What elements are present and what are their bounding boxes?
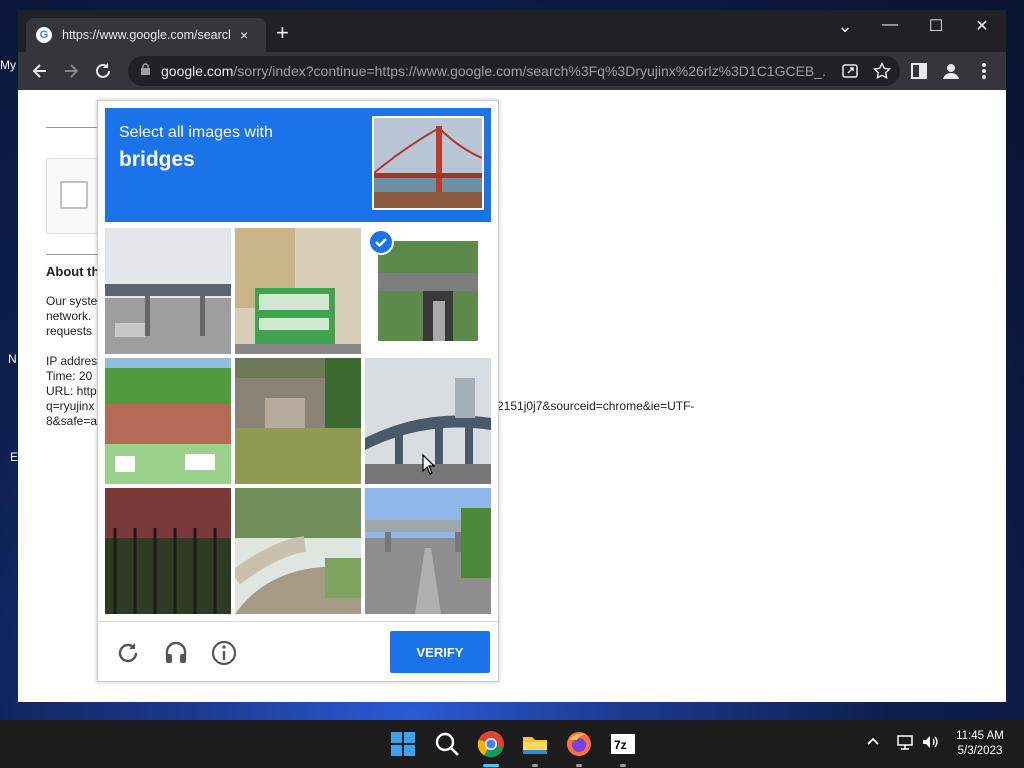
file-explorer-icon[interactable] xyxy=(521,730,549,758)
challenge-tile[interactable] xyxy=(365,488,491,614)
url-text: google.com/sorry/index?continue=https://… xyxy=(161,63,825,79)
challenge-header: Select all images with bridges xyxy=(105,108,491,222)
info-line: URL: http xyxy=(46,384,97,398)
share-icon[interactable] xyxy=(840,61,860,86)
reload-icon[interactable] xyxy=(92,60,114,82)
taskbar-search-icon[interactable] xyxy=(433,730,461,758)
chrome-icon[interactable] xyxy=(477,730,505,758)
info-line: 8&safe=a xyxy=(46,414,98,428)
running-app-indicator xyxy=(620,764,626,767)
bookmark-star-icon[interactable] xyxy=(872,61,892,86)
recaptcha-checkbox[interactable] xyxy=(60,181,88,209)
clock-date: 5/3/2023 xyxy=(957,745,1003,757)
challenge-tile[interactable] xyxy=(235,488,361,614)
volume-icon[interactable] xyxy=(921,734,939,753)
desktop-icon-label[interactable]: My xyxy=(0,58,18,72)
paragraph-line: Our syste xyxy=(46,294,98,308)
tab-title: https://www.google.com/search? xyxy=(62,28,230,42)
forward-icon[interactable] xyxy=(60,60,82,82)
paragraph-line: network. xyxy=(46,309,92,323)
sample-bridge-image xyxy=(372,116,484,210)
network-icon[interactable] xyxy=(896,734,914,753)
google-favicon-icon: G xyxy=(36,27,52,43)
browser-tab[interactable]: G https://www.google.com/search? × xyxy=(26,18,266,52)
tray-chevron-icon[interactable] xyxy=(866,734,880,751)
paragraph-line: requests xyxy=(46,324,93,338)
system-clock[interactable]: 11:45 AM 5/3/2023 xyxy=(948,729,1012,759)
svg-text:7z: 7z xyxy=(614,738,627,752)
tab-search-icon[interactable]: ⌄ xyxy=(830,16,860,37)
challenge-tile[interactable] xyxy=(235,228,361,354)
challenge-tile[interactable] xyxy=(105,488,231,614)
about-heading: About th xyxy=(46,264,100,279)
recaptcha-challenge: Select all images with bridges VERIFY xyxy=(97,100,499,682)
challenge-target: bridges xyxy=(119,148,195,171)
verify-button[interactable]: VERIFY xyxy=(390,631,490,673)
browser-toolbar: google.com/sorry/index?continue=https://… xyxy=(18,52,1006,90)
side-panel-icon[interactable] xyxy=(908,60,930,82)
mouse-cursor-icon xyxy=(422,453,436,481)
maximize-button[interactable]: ☐ xyxy=(921,16,951,36)
audio-challenge-icon[interactable] xyxy=(162,639,190,667)
new-tab-button[interactable]: + xyxy=(276,22,289,44)
active-app-indicator xyxy=(483,764,499,767)
challenge-prompt: Select all images with xyxy=(119,124,273,141)
taskbar: 7z 11:45 AM 5/3/2023 xyxy=(0,720,1024,768)
info-line: IP addres xyxy=(46,354,98,368)
minimize-button[interactable]: — xyxy=(875,16,905,34)
menu-kebab-icon[interactable] xyxy=(973,60,995,82)
firefox-icon[interactable] xyxy=(565,730,593,758)
back-icon[interactable] xyxy=(29,60,51,82)
running-app-indicator xyxy=(532,764,538,767)
address-bar[interactable]: google.com/sorry/index?continue=https://… xyxy=(128,56,900,86)
windows-start-icon[interactable] xyxy=(389,730,417,758)
clock-time: 11:45 AM xyxy=(956,730,1004,742)
reload-challenge-icon[interactable] xyxy=(114,639,142,667)
tab-close-icon[interactable]: × xyxy=(240,27,248,43)
challenge-tile[interactable] xyxy=(105,358,231,484)
tab-bar: G https://www.google.com/search? × + ⌄ —… xyxy=(18,10,1006,52)
info-line: q=ryujinx xyxy=(46,399,95,413)
7zip-icon[interactable]: 7z xyxy=(609,730,637,758)
close-window-button[interactable]: ✕ xyxy=(967,16,997,36)
profile-icon[interactable] xyxy=(940,60,962,82)
challenge-tile[interactable] xyxy=(105,228,231,354)
challenge-tile[interactable] xyxy=(235,358,361,484)
footer-divider xyxy=(98,621,498,622)
running-app-indicator xyxy=(576,764,582,767)
url-overflow-text: 2151j0j7&sourceid=chrome&ie=UTF- xyxy=(497,399,695,413)
info-icon[interactable] xyxy=(210,639,238,667)
info-line: Time: 20 xyxy=(46,369,93,383)
lock-icon[interactable] xyxy=(140,63,151,79)
selected-check-icon xyxy=(368,229,394,255)
